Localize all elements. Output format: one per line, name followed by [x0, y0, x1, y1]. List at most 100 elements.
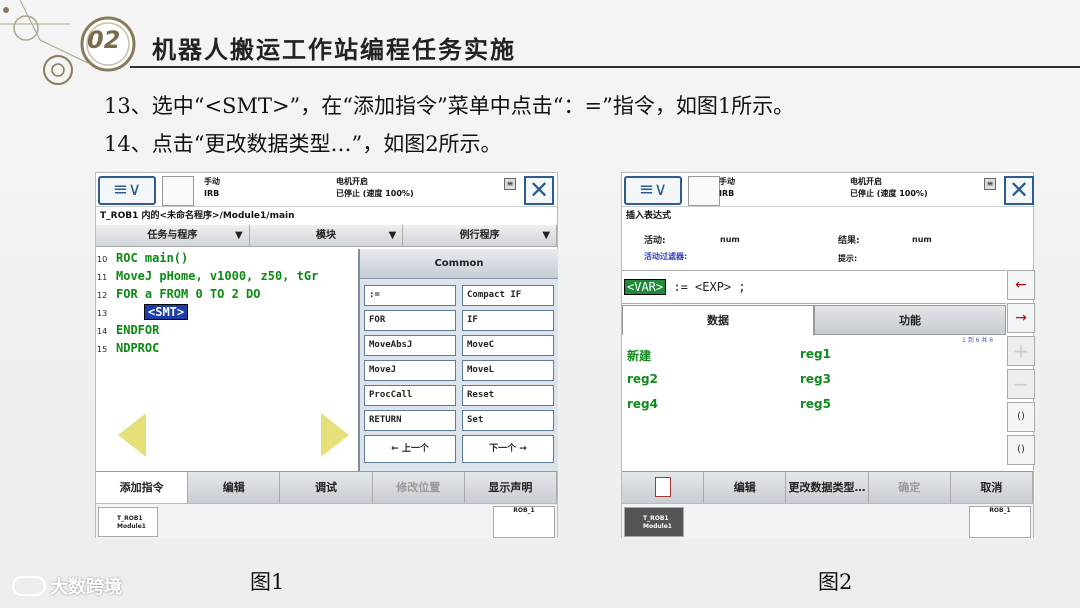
step-13-text: 13、选中“<SMT>”，在“添加指令”菜单中点击“：=”指令，如图1所示。 [104, 94, 795, 118]
pendant-screen-fig1: ≡∨ 手动 IRB 电机开启 已停止 (速度 100%) ≡ ✕ T_ROB1 内的… [95, 172, 558, 539]
status-mode: 手动 IRB [719, 177, 735, 198]
tool-icon-button[interactable] [622, 472, 705, 503]
program-tabs: 任务与程序 模块 例行程序 [96, 225, 558, 247]
instr-for[interactable]: FOR [364, 310, 456, 331]
task-window-button[interactable]: T_ROB1 Module1 [98, 507, 158, 537]
quickset-icon[interactable]: ≡ [504, 178, 516, 190]
plus-button[interactable]: + [1007, 336, 1035, 366]
section-number: 02 [87, 26, 121, 54]
expression-info: 活动: num 结果: num 活动过滤器: 提示: [622, 225, 1033, 269]
instr-movej[interactable]: MoveJ [364, 360, 456, 381]
next-button[interactable]: 下一个 → [462, 435, 554, 463]
close-button[interactable]: ✕ [524, 176, 554, 205]
slide: 02 机器人搬运工作站编程任务实施 13、选中“<SMT>”，在“添加指令”菜单… [0, 0, 1080, 608]
list-item-new[interactable]: 新建 [627, 347, 651, 364]
gear-decoration-icon [0, 0, 136, 85]
list-item[interactable]: reg1 [800, 347, 831, 361]
arrow-right-icon [321, 413, 349, 457]
main-menu-button[interactable]: ≡∨ [98, 176, 156, 205]
page-title: 机器人搬运工作站编程任务实施 [152, 35, 516, 64]
parentheses-button[interactable]: () [1007, 402, 1035, 432]
var-placeholder[interactable]: <VAR> [624, 279, 667, 295]
add-instruction-popup: Common := Compact IF FOR IF MoveAbsJ Mov… [358, 249, 558, 471]
debug-button[interactable]: 调试 [280, 472, 373, 503]
breadcrumb: T_ROB1 内的<未命名程序>/Module1/main [100, 211, 295, 221]
bottom-toolbar: 添加指令 编辑 调试 修改位置 显示声明 [96, 471, 558, 503]
tab-data[interactable]: 数据 [622, 305, 814, 335]
instr-compact-if[interactable]: Compact IF [462, 285, 554, 306]
ok-button[interactable]: 确定 [869, 472, 951, 503]
list-item[interactable]: reg5 [800, 397, 831, 411]
task-window-button[interactable]: T_ROB1 Module1 [624, 507, 684, 537]
robot-status-button[interactable]: ROB_1 [969, 506, 1031, 538]
tab-tasks-programs[interactable]: 任务与程序 [96, 225, 250, 247]
status-motor: 电机开启 已停止 (速度 100%) [850, 177, 928, 198]
operator-info-icon[interactable] [162, 176, 194, 206]
code-line[interactable]: 12 FOR a FROM 0 TO 2 DO [96, 285, 358, 303]
hint-label: 提示: [838, 254, 858, 263]
filter-label[interactable]: 活动过滤器: [644, 251, 687, 262]
step-14-text: 14、点击“更改数据类型…”，如图2所示。 [104, 132, 502, 156]
arrow-left-button[interactable]: ← [1007, 270, 1035, 300]
code-line-selected[interactable]: 13 <SMT> [96, 303, 358, 321]
instr-return[interactable]: RETURN [364, 410, 456, 431]
clipboard-icon [654, 477, 671, 497]
list-item[interactable]: reg3 [800, 372, 831, 386]
pendant-header: ≡∨ 手动 IRB 电机开启 已停止 (速度 100%) ≡ ✕ [96, 173, 557, 207]
change-data-type-button[interactable]: 更改数据类型… [786, 472, 869, 503]
cancel-button[interactable]: 取消 [951, 472, 1034, 503]
remove-parentheses-button[interactable]: () [1007, 435, 1035, 465]
watermark: 大数跨境 [12, 573, 122, 599]
list-item[interactable]: reg4 [627, 397, 658, 411]
add-instruction-button[interactable]: 添加指令 [96, 472, 189, 503]
tab-routines[interactable]: 例行程序 [403, 225, 558, 247]
instr-set[interactable]: Set [462, 410, 554, 431]
instr-movel[interactable]: MoveL [462, 360, 554, 381]
instr-moveabsj[interactable]: MoveAbsJ [364, 335, 456, 356]
breadcrumb: 插入表达式 [626, 211, 672, 221]
prev-button[interactable]: ← 上一个 [364, 435, 456, 463]
minus-button[interactable]: − [1007, 369, 1035, 399]
pendant-screen-fig2: ≡∨ 手动 IRB 电机开启 已停止 (速度 100%) ≡ ✕ 插入表达式 活动:… [621, 172, 1035, 539]
instr-reset[interactable]: Reset [462, 385, 554, 406]
code-line[interactable]: 10 ROC main() [96, 249, 358, 267]
instr-if[interactable]: IF [462, 310, 554, 331]
pendant-header: ≡∨ 手动 IRB 电机开启 已停止 (速度 100%) ≡ ✕ [622, 173, 1034, 207]
result-value: num [912, 235, 932, 244]
robot-status-button[interactable]: ROB_1 [493, 506, 555, 538]
caption-fig1: 图1 [250, 570, 285, 594]
status-mode: 手动 IRB [204, 177, 220, 198]
activity-label: 活动: [644, 236, 666, 246]
instr-assign[interactable]: := [364, 285, 456, 306]
main-menu-button[interactable]: ≡∨ [624, 176, 682, 205]
smt-placeholder[interactable]: <SMT> [144, 304, 189, 320]
status-motor: 电机开启 已停止 (速度 100%) [336, 177, 414, 198]
data-list: 新建 reg1 reg2 reg3 reg4 reg5 [622, 343, 1006, 471]
instr-proccall[interactable]: ProcCall [364, 385, 456, 406]
result-label: 结果: [838, 236, 860, 246]
code-line[interactable]: 15 NDPROC [96, 339, 358, 357]
tab-modules[interactable]: 模块 [250, 225, 404, 247]
expression-editor[interactable]: <VAR> := <EXP> ; [622, 270, 1006, 304]
operator-info-icon[interactable] [688, 176, 720, 206]
arrow-right-button[interactable]: → [1007, 303, 1035, 333]
modify-position-button[interactable]: 修改位置 [373, 472, 465, 503]
taskbar: T_ROB1 Module1 ROB_1 [96, 503, 557, 539]
quickset-icon[interactable]: ≡ [984, 178, 996, 190]
watermark-text: 大数跨境 [50, 577, 122, 598]
tab-function[interactable]: 功能 [814, 305, 1006, 335]
show-declaration-button[interactable]: 显示声明 [465, 472, 558, 503]
edit-button[interactable]: 编辑 [188, 472, 281, 503]
activity-value: num [720, 235, 740, 244]
arrow-left-icon [118, 413, 146, 457]
expression-rest: := <EXP> ; [673, 280, 746, 294]
instr-movec[interactable]: MoveC [462, 335, 554, 356]
logo-icon [12, 576, 46, 596]
code-line[interactable]: 14 ENDFOR [96, 321, 358, 339]
close-button[interactable]: ✕ [1004, 176, 1034, 205]
code-editor: 10 ROC main() 11 MoveJ pHome, v1000, z50,… [96, 249, 358, 469]
popup-title[interactable]: Common [360, 249, 558, 279]
code-line[interactable]: 11 MoveJ pHome, v1000, z50, tGr [96, 267, 358, 285]
edit-button[interactable]: 编辑 [704, 472, 787, 503]
list-item[interactable]: reg2 [627, 372, 658, 386]
